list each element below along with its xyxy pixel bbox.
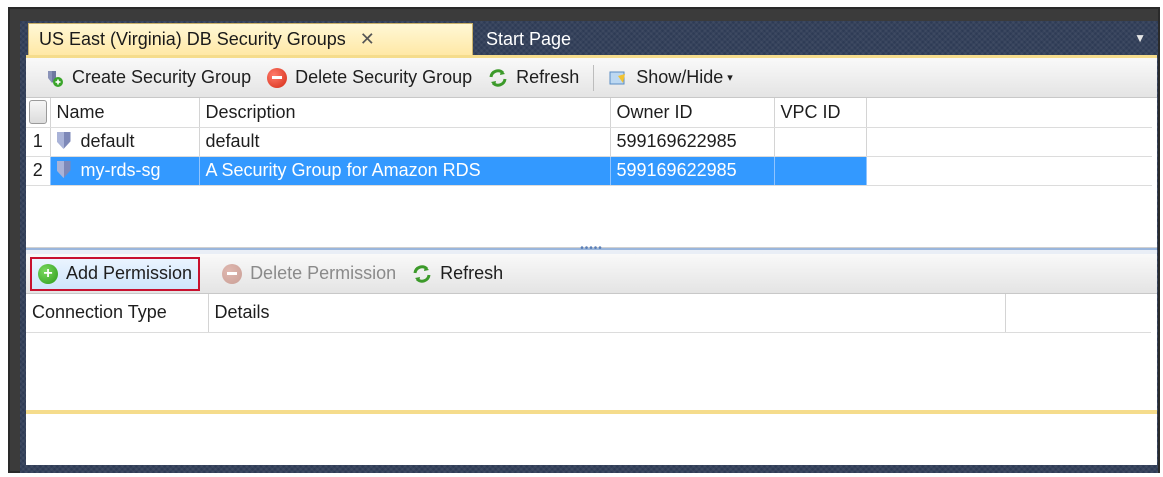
row-number: 1 — [26, 127, 51, 157]
cell-owner-id[interactable]: 599169622985 — [610, 156, 775, 186]
security-groups-toolbar: Create Security Group Delete Security Gr… — [26, 58, 1157, 98]
security-groups-table: Name Description Owner ID VPC ID 1 defau… — [26, 98, 1152, 186]
panel-splitter[interactable]: ••••• — [26, 243, 1157, 254]
table-row[interactable]: 2 my-rds-sg A Security Group for Amazon … — [26, 156, 1152, 186]
tab-start-page[interactable]: Start Page — [480, 23, 600, 55]
column-header-details[interactable]: Details — [208, 294, 1006, 333]
cell-filler — [866, 156, 1152, 186]
refresh-permissions-button[interactable]: Refresh — [404, 259, 511, 289]
cell-name-text: my-rds-sg — [80, 160, 161, 180]
chevron-down-icon: ▾ — [727, 72, 733, 84]
create-security-group-label: Create Security Group — [72, 67, 252, 87]
show-hide-icon — [608, 68, 628, 88]
document-window: US East (Virginia) DB Security Groups ✕ … — [20, 21, 1158, 473]
cell-vpc-id[interactable] — [774, 156, 867, 186]
select-all-corner[interactable] — [26, 98, 51, 128]
cell-name[interactable]: default — [50, 127, 200, 157]
tab-label: Start Page — [486, 28, 572, 49]
show-hide-button[interactable]: Show/Hide ▾ — [600, 63, 741, 93]
refresh-icon — [412, 264, 432, 284]
column-header-connection-type[interactable]: Connection Type — [26, 294, 209, 333]
column-header-vpc-id[interactable]: VPC ID — [774, 98, 867, 128]
table-header-row: Connection Type Details — [26, 294, 1151, 333]
delete-permission-label: Delete Permission — [250, 263, 397, 283]
create-security-group-button[interactable]: Create Security Group — [36, 63, 259, 93]
security-groups-grid: Name Description Owner ID VPC ID 1 defau… — [26, 98, 1157, 248]
window-frame: US East (Virginia) DB Security Groups ✕ … — [8, 7, 1160, 473]
add-permission-button[interactable]: + Add Permission — [30, 256, 201, 291]
show-hide-label: Show/Hide — [636, 67, 724, 87]
delete-security-group-label: Delete Security Group — [295, 67, 473, 87]
column-header-description[interactable]: Description — [199, 98, 611, 128]
chevron-down-icon[interactable]: ▼ — [1134, 31, 1146, 45]
cell-owner-id[interactable]: 599169622985 — [610, 127, 775, 157]
add-permission-label: Add Permission — [66, 263, 193, 283]
table-header-row: Name Description Owner ID VPC ID — [26, 98, 1152, 128]
cell-description[interactable]: default — [199, 127, 611, 157]
delete-permission-button[interactable]: Delete Permission — [214, 259, 404, 289]
permissions-table: Connection Type Details — [26, 294, 1151, 333]
refresh-label: Refresh — [516, 67, 580, 87]
add-icon: + — [38, 263, 58, 284]
tab-label: US East (Virginia) DB Security Groups — [39, 29, 346, 49]
column-header-filler — [1005, 294, 1151, 333]
cell-filler — [866, 127, 1152, 157]
delete-icon — [267, 67, 288, 88]
permissions-grid: Connection Type Details — [26, 294, 1157, 414]
permissions-toolbar: + Add Permission Delete Permission Refre… — [26, 254, 1157, 294]
column-header-filler — [866, 98, 1152, 128]
column-header-owner-id[interactable]: Owner ID — [610, 98, 775, 128]
column-header-name[interactable]: Name — [50, 98, 200, 128]
security-groups-panel: Create Security Group Delete Security Gr… — [26, 55, 1157, 465]
splitter-grip[interactable]: ••••• — [580, 243, 603, 254]
shield-icon — [56, 161, 71, 178]
cell-name[interactable]: my-rds-sg — [50, 156, 200, 186]
cell-name-text: default — [80, 131, 135, 151]
panel-bottom-border — [26, 410, 1157, 414]
cell-description[interactable]: A Security Group for Amazon RDS — [199, 156, 611, 186]
refresh-permissions-label: Refresh — [440, 263, 504, 283]
row-number: 2 — [26, 156, 51, 186]
refresh-button[interactable]: Refresh — [480, 63, 587, 93]
cell-vpc-id[interactable] — [774, 127, 867, 157]
shield-icon — [56, 132, 71, 149]
tab-strip: US East (Virginia) DB Security Groups ✕ … — [28, 23, 1158, 55]
table-row[interactable]: 1 default default 599169622985 — [26, 127, 1152, 157]
toolbar-separator — [593, 64, 595, 91]
delete-icon — [222, 263, 243, 284]
refresh-icon — [488, 68, 508, 88]
security-group-add-icon — [44, 68, 64, 88]
close-icon[interactable]: ✕ — [360, 29, 375, 50]
delete-security-group-button[interactable]: Delete Security Group — [259, 63, 480, 93]
tab-security-groups[interactable]: US East (Virginia) DB Security Groups ✕ — [28, 23, 473, 55]
